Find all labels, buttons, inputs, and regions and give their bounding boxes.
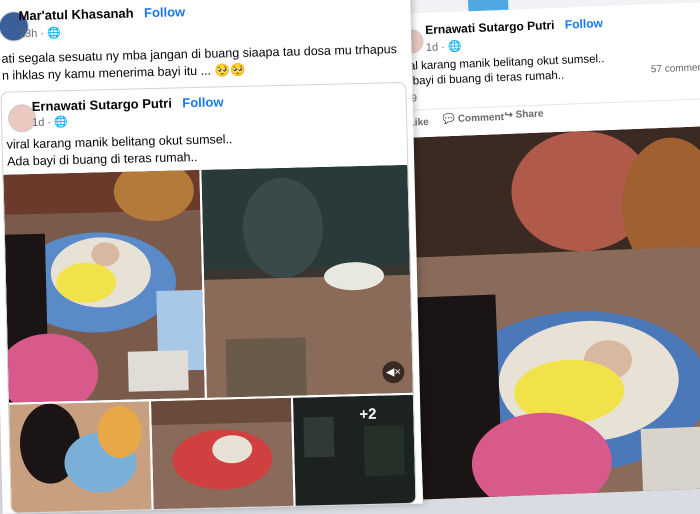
top-strip [398, 0, 700, 14]
globe-icon: 🌐 [447, 40, 462, 54]
post-photo[interactable] [409, 126, 700, 500]
comment-count[interactable]: 57 comments [651, 62, 700, 75]
comment-icon: 💬 [442, 113, 456, 126]
follow-button[interactable]: Follow [182, 94, 224, 110]
left-post-card: Mar'atul Khasanah Follow 23h · 🌐 ati seg… [0, 0, 423, 514]
divider [402, 98, 700, 111]
video-thumbnail[interactable]: ◀× [201, 164, 413, 398]
photo-1[interactable] [3, 169, 205, 403]
baby-photo-art [409, 126, 700, 500]
photo-2[interactable] [9, 401, 152, 514]
globe-icon: 🌐 [46, 27, 61, 40]
photo-art [150, 397, 294, 512]
photo-3[interactable] [150, 397, 294, 512]
comment-button[interactable]: 💬 Comment [442, 112, 504, 125]
globe-icon: 🌐 [54, 116, 69, 129]
author-name[interactable]: Mar'atul Khasanah [18, 5, 133, 23]
post-time[interactable]: 1d · 🌐 [426, 40, 462, 54]
right-post-card: Ernawati Sutargo Putri Follow 1d · 🌐 ira… [398, 0, 700, 500]
baby-photo-art [3, 169, 205, 403]
post-time[interactable]: 23h · 🌐 [19, 26, 61, 40]
shared-post[interactable]: Ernawati Sutargo Putri Follow 1d · 🌐 vir… [0, 81, 417, 514]
share-button[interactable]: ↪ Share [504, 109, 543, 121]
more-photos-count[interactable]: +2 [359, 406, 377, 423]
author-name[interactable]: Ernawati Sutargo Putri [32, 96, 172, 114]
photo-4-more[interactable]: +2 [292, 394, 416, 508]
author-name[interactable]: Ernawati Sutargo Putri [425, 18, 555, 37]
share-icon: ↪ [504, 109, 514, 121]
follow-button[interactable]: Follow [565, 16, 604, 31]
post-time[interactable]: 1d · 🌐 [32, 115, 68, 129]
follow-button[interactable]: Follow [144, 4, 186, 20]
photo-art [9, 401, 152, 514]
video-art [201, 164, 413, 398]
